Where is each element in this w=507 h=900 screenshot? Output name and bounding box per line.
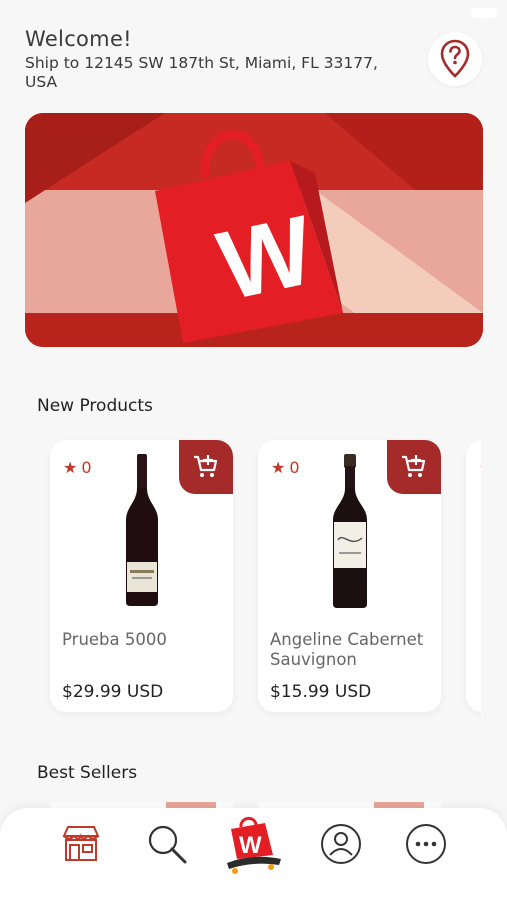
nav-account[interactable] xyxy=(319,822,363,866)
product-card[interactable]: ★ 0 Prueba 5000 $29.99 USD xyxy=(50,440,233,712)
status-indicator xyxy=(471,8,497,18)
svg-text:W: W xyxy=(239,832,262,859)
nav-more[interactable] xyxy=(404,822,448,866)
product-price: $29.99 USD xyxy=(62,682,164,702)
w-logo-icon: W xyxy=(227,817,281,874)
product-rating: ★ xyxy=(479,458,481,477)
product-rating: ★ 0 xyxy=(271,458,300,477)
nav-home[interactable]: W xyxy=(224,814,284,876)
more-icon xyxy=(406,824,446,864)
promo-banner[interactable]: W xyxy=(25,113,483,347)
star-icon: ★ xyxy=(63,458,78,477)
new-products-carousel[interactable]: ★ 0 Prueba 5000 $29.99 USD ★ 0 Angeline … xyxy=(0,438,481,718)
product-image xyxy=(332,454,367,608)
star-icon: ★ xyxy=(271,458,286,477)
search-icon xyxy=(148,825,187,864)
new-products-title: New Products xyxy=(37,396,153,416)
nav-search[interactable] xyxy=(145,822,189,866)
product-card[interactable]: ★ xyxy=(466,440,481,712)
add-to-cart-button[interactable] xyxy=(387,440,441,494)
best-sellers-title: Best Sellers xyxy=(37,763,138,783)
bottom-navigation: W xyxy=(0,808,507,900)
add-to-cart-button[interactable] xyxy=(179,440,233,494)
add-to-cart-icon xyxy=(402,455,426,477)
store-icon xyxy=(62,826,100,861)
product-image xyxy=(125,454,158,606)
location-question-icon xyxy=(440,39,470,78)
product-price: $15.99 USD xyxy=(270,682,372,702)
product-card[interactable]: ★ 0 Angeline Cabernet Sauvignon $15.99 U… xyxy=(258,440,441,712)
header: Welcome! Ship to 12145 SW 187th St, Miam… xyxy=(25,26,405,92)
add-to-cart-icon xyxy=(194,455,218,477)
help-button[interactable] xyxy=(428,32,482,86)
product-name: Prueba 5000 xyxy=(62,630,167,649)
nav-store[interactable] xyxy=(60,822,102,864)
star-icon: ★ xyxy=(479,458,481,477)
welcome-text: Welcome! xyxy=(25,27,132,51)
account-icon xyxy=(321,824,361,864)
shipping-address[interactable]: Ship to 12145 SW 187th St, Miami, FL 331… xyxy=(25,54,405,92)
product-rating: ★ 0 xyxy=(63,458,92,477)
product-name: Angeline Cabernet Sauvignon xyxy=(270,630,424,669)
